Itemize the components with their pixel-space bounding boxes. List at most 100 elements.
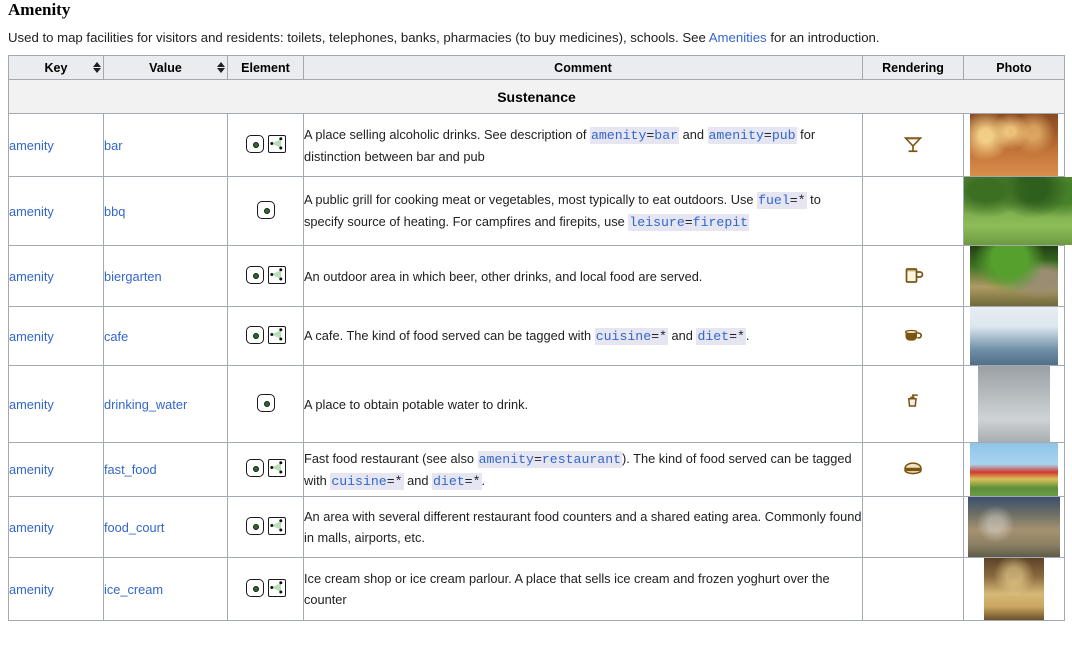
node-element-icon: [245, 516, 264, 535]
cell-photo: [963, 442, 1065, 497]
inline-tag-code: diet=*: [696, 328, 746, 345]
value-link[interactable]: drinking_water: [104, 397, 187, 412]
cell-key: amenity: [8, 113, 104, 177]
column-header-value[interactable]: Value: [103, 55, 228, 80]
intro-text-after: for an introduction.: [766, 30, 880, 45]
amenities-link[interactable]: Amenities: [709, 30, 767, 45]
table-row: amenity food_court An area with several di…: [8, 496, 1065, 558]
area-element-icon: [267, 134, 286, 153]
cell-key: amenity: [8, 442, 104, 497]
node-element-icon: [245, 134, 264, 153]
inline-tag-code: amenity=bar: [589, 126, 680, 144]
element-icon-group: [245, 459, 286, 477]
key-link[interactable]: amenity: [9, 462, 54, 477]
cell-value: bbq: [103, 176, 228, 246]
column-header-value-label: Value: [149, 60, 182, 75]
drinking-fountain-photo[interactable]: [978, 366, 1050, 442]
cell-value: cafe: [103, 306, 228, 366]
drinking-fountain-icon: [902, 392, 924, 414]
cell-key: amenity: [8, 496, 104, 558]
cell-comment: An area with several different restauran…: [303, 496, 863, 558]
key-link[interactable]: amenity: [9, 520, 54, 535]
cell-key: amenity: [8, 176, 104, 246]
inline-tag-code: amenity=pub: [707, 126, 797, 144]
column-header-key[interactable]: Key: [8, 55, 104, 80]
value-link[interactable]: cafe: [104, 329, 128, 344]
cell-element: [227, 245, 304, 307]
table-row: amenity ice_cream Ice cream shop or ice cr…: [8, 557, 1065, 621]
amenity-tag-table: Key Value Element Comment Rendering Phot…: [8, 55, 1072, 621]
page-title: Amenity: [8, 0, 71, 19]
cell-element: [227, 496, 304, 558]
ice-cream-counter-photo[interactable]: [984, 558, 1044, 620]
cell-rendering: [862, 245, 964, 307]
value-link[interactable]: biergarten: [104, 269, 162, 284]
cell-rendering: [862, 113, 964, 177]
cell-photo: [963, 306, 1065, 366]
inline-tag-code: diet=*: [432, 472, 482, 490]
element-icon-group: [245, 578, 286, 597]
table-row: amenity drinking_water A place to obtain p…: [8, 365, 1065, 443]
cafe-terrace-photo[interactable]: [970, 307, 1058, 365]
sort-arrows-key-icon[interactable]: [93, 62, 101, 73]
area-element-icon: [267, 325, 286, 344]
header-row: Key Value Element Comment Rendering Phot…: [8, 55, 1065, 80]
column-header-photo: Photo: [963, 55, 1065, 80]
fast-food-restaurant-photo[interactable]: [970, 443, 1058, 496]
cocktail-glass-icon: [902, 133, 924, 155]
column-header-comment: Comment: [303, 55, 863, 80]
table-row: amenity biergarten An outdoor area in whic…: [8, 245, 1065, 307]
tag-table-wrapper: Key Value Element Comment Rendering Phot…: [8, 55, 1072, 621]
element-icon-group: [245, 265, 286, 284]
park-bbq-grills-photo[interactable]: [964, 177, 1072, 245]
page-intro: Used to map facilities for visitors and …: [8, 22, 1064, 55]
biergarten-trees-photo[interactable]: [970, 246, 1058, 306]
element-icon-group: [245, 134, 286, 153]
food-court-mall-photo[interactable]: [968, 497, 1060, 557]
node-element-icon: [256, 200, 275, 219]
cell-photo: [963, 365, 1065, 443]
cell-key: amenity: [8, 245, 104, 307]
bar-interior-photo[interactable]: [970, 114, 1058, 176]
inline-tag-code: fuel=*: [757, 192, 807, 209]
key-link[interactable]: amenity: [9, 329, 54, 344]
group-heading-cell: Sustenance: [8, 79, 1065, 114]
node-element-icon: [245, 578, 264, 597]
cell-element: [227, 365, 304, 443]
cell-photo: [963, 113, 1065, 177]
table-row: amenity bbq A public grill for cooking mea…: [8, 176, 1072, 246]
key-link[interactable]: amenity: [9, 269, 54, 284]
group-heading-row: Sustenance: [8, 79, 1065, 114]
value-link[interactable]: food_court: [104, 520, 164, 535]
inline-tag-code: leisure=firepit: [628, 214, 750, 231]
key-link[interactable]: amenity: [9, 204, 54, 219]
cell-rendering: [862, 365, 964, 443]
cell-key: amenity: [8, 557, 104, 621]
cell-comment: A cafe. The kind of food served can be t…: [303, 306, 863, 366]
intro-text-before: Used to map facilities for visitors and …: [8, 30, 709, 45]
key-link[interactable]: amenity: [9, 138, 54, 153]
coffee-cup-icon: [902, 324, 924, 346]
cell-element: [227, 442, 304, 497]
value-link[interactable]: bbq: [104, 204, 125, 219]
table-row: amenity cafe A cafe. The kind of food serv…: [8, 306, 1065, 366]
cell-key: amenity: [8, 306, 104, 366]
key-link[interactable]: amenity: [9, 582, 54, 597]
table-row: amenity fast_food Fast food restaurant (se…: [8, 442, 1065, 497]
table-row: amenity bar A place selling alcoholic drin…: [8, 113, 1065, 177]
element-icon-group: [256, 200, 275, 219]
cell-rendering: [862, 442, 964, 497]
column-header-element-label: Element: [241, 60, 290, 75]
cell-comment: A place to obtain potable water to drink…: [303, 365, 863, 443]
value-link[interactable]: fast_food: [104, 462, 157, 477]
node-element-icon: [256, 393, 275, 412]
node-element-icon: [245, 459, 264, 477]
burger-icon: [902, 457, 924, 479]
column-header-photo-label: Photo: [996, 60, 1032, 75]
column-header-rendering: Rendering: [862, 55, 964, 80]
value-link[interactable]: ice_cream: [104, 582, 163, 597]
beer-mug-icon: [902, 264, 924, 286]
value-link[interactable]: bar: [104, 138, 123, 153]
sort-arrows-value-icon[interactable]: [217, 62, 225, 73]
key-link[interactable]: amenity: [9, 397, 54, 412]
